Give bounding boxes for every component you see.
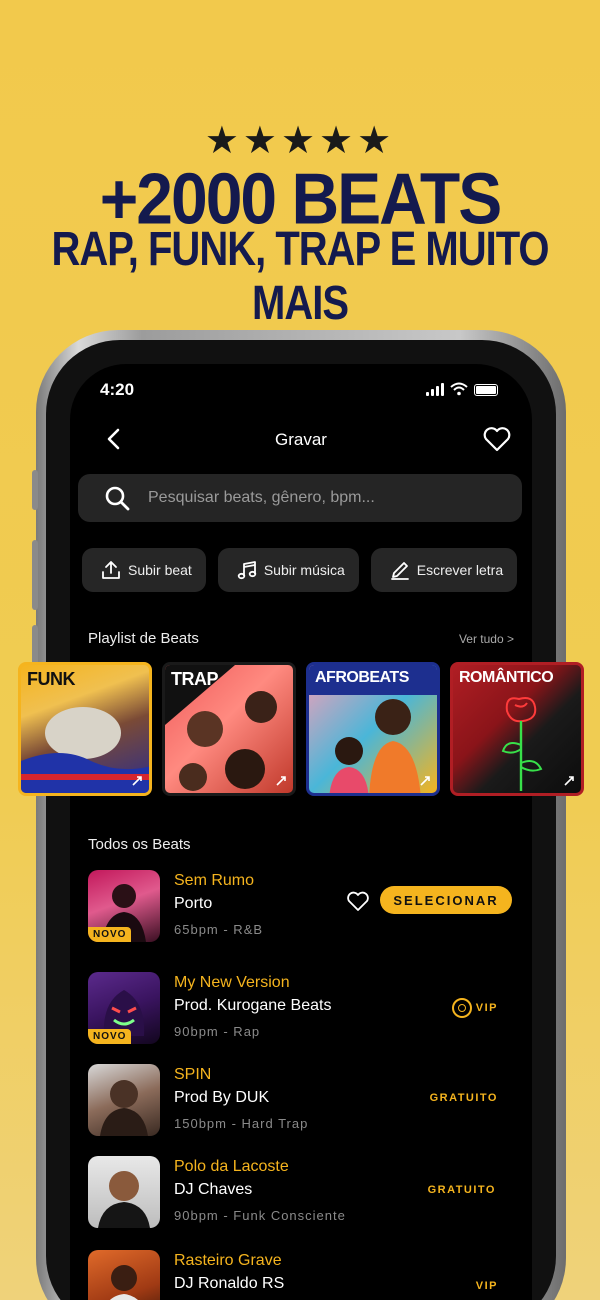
beat-artist: Prod By DUK [174, 1089, 270, 1106]
beat-meta: 90bpm - Funk Consciente [174, 1208, 346, 1223]
playlist-card-label: AFROBEATS [315, 669, 409, 686]
pin-icon [420, 776, 430, 786]
free-tag: GRATUITO [429, 1092, 498, 1104]
music-note-icon [237, 561, 257, 580]
page-title: Gravar [275, 430, 327, 449]
signal-icon [426, 383, 444, 396]
search-bar[interactable] [78, 474, 522, 522]
beat-cover: NOVO [88, 972, 160, 1044]
upload-song-button[interactable]: Subir música [217, 548, 359, 592]
beat-cover [88, 1250, 160, 1300]
upload-icon [102, 561, 120, 579]
upload-beat-button[interactable]: Subir beat [82, 548, 206, 592]
beat-title: Rasteiro Grave [174, 1252, 282, 1269]
playlist-card-afrobeats[interactable]: AFROBEATS [306, 662, 440, 796]
search-input[interactable] [148, 489, 468, 507]
beat-title: Polo da Lacoste [174, 1158, 289, 1175]
beat-title: Sem Rumo [174, 872, 255, 889]
vip-tag: VIP [475, 1002, 498, 1014]
beat-title: My New Version [174, 974, 290, 991]
playlist-card-funk[interactable]: FUNK [18, 662, 152, 796]
app-screen: 4:20 Gravar Pesquisar beats, gênero, bpm… [70, 364, 532, 1300]
beat-meta: 90bpm - Rap [174, 1024, 261, 1039]
write-lyrics-button[interactable]: Escrever letra [370, 548, 518, 592]
playlist-card-romantico[interactable]: ROMÂNTICO [450, 662, 584, 796]
beat-title: SPIN [174, 1066, 212, 1083]
beat-artist: Prod. Kurogane Beats [174, 997, 332, 1014]
new-badge: NOVO [88, 1029, 132, 1044]
beat-artist: DJ Chaves [174, 1181, 253, 1198]
list-item[interactable]: SPIN Prod By DUK 150bpm - Hard Trap GRAT… [88, 1064, 512, 1144]
list-item[interactable]: Polo da Lacoste DJ Chaves 90bpm - Funk C… [88, 1156, 512, 1236]
list-item[interactable]: Rasteiro Grave DJ Ronaldo RS VIP [88, 1250, 512, 1300]
status-icons [426, 382, 498, 396]
pin-icon [564, 776, 574, 786]
upload-song-label: Subir música [263, 562, 345, 578]
playlist-card-label: FUNK [27, 669, 76, 689]
select-button[interactable]: SELECIONAR [380, 886, 512, 914]
vip-coin-icon [452, 998, 472, 1018]
pin-icon [276, 776, 286, 786]
playlist-card-label: TRAP [171, 669, 219, 689]
action-chips: Subir beat Subir música Escrever letra [82, 548, 518, 592]
promo-subline: RAP, FUNK, TRAP E MUITO MAIS [51, 223, 549, 330]
new-badge: NOVO [88, 927, 132, 942]
beat-artist: Porto [174, 895, 213, 912]
playlist-card-label: ROMÂNTICO [459, 669, 554, 686]
see-all-link[interactable]: Ver tudo > [459, 632, 514, 646]
phone-frame: 4:20 Gravar Pesquisar beats, gênero, bpm… [32, 330, 566, 1300]
write-lyrics-label: Escrever letra [416, 562, 504, 578]
heart-icon[interactable] [482, 424, 512, 454]
playlist-card-trap[interactable]: TRAP [162, 662, 296, 796]
beat-artist: DJ Ronaldo RS [174, 1275, 285, 1292]
list-item[interactable]: NOVO My New Version Prod. Kurogane Beats… [88, 972, 512, 1052]
vip-tag: VIP [475, 1280, 498, 1292]
beat-cover: NOVO [88, 870, 160, 942]
playlist-title: Playlist de Beats [88, 630, 199, 647]
heart-icon[interactable] [346, 890, 370, 912]
pin-icon [132, 776, 142, 786]
beat-meta: 150bpm - Hard Trap [174, 1116, 309, 1131]
all-beats-title: Todos os Beats [88, 836, 191, 853]
playlist-carousel: FUNK TRAP AFROBEATS ROMÂNTICO [18, 662, 584, 798]
beat-cover [88, 1064, 160, 1136]
beat-cover [88, 1156, 160, 1228]
upload-beat-label: Subir beat [128, 562, 192, 578]
status-time: 4:20 [100, 380, 135, 399]
beat-meta: 65bpm - R&B [174, 922, 264, 937]
pencil-icon [390, 562, 409, 580]
free-tag: GRATUITO [427, 1184, 496, 1196]
battery-icon [474, 384, 498, 396]
wifi-icon [450, 382, 468, 396]
search-icon [105, 486, 130, 511]
list-item[interactable]: NOVO Sem Rumo Porto 65bpm - R&B SELECION… [88, 870, 512, 950]
